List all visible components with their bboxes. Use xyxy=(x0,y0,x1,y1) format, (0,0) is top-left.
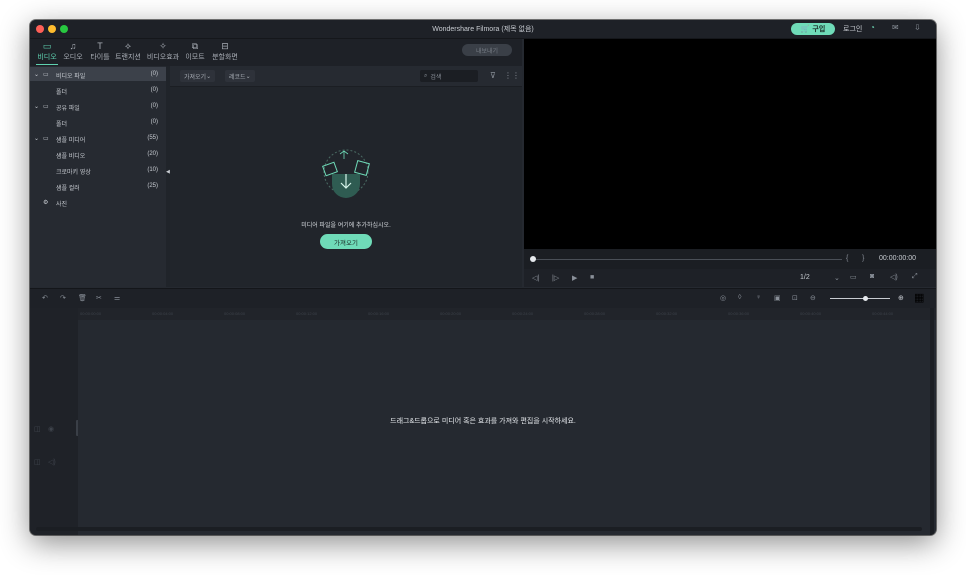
delete-icon[interactable]: 🗑 xyxy=(78,294,87,302)
audio-lock-icon[interactable]: ◫ xyxy=(34,458,41,466)
media-library-tree: ⌄ ▭ 비디오 파일 (0) 폴더 (0) ⌄ ▭ 공유 파일 (0) 폴더 (… xyxy=(30,66,166,329)
drop-hint-text: 미디어 파일을 여기에 추가하십시오. xyxy=(301,223,391,229)
cart-icon: 🛒 xyxy=(800,26,810,33)
tab-titles[interactable]: T 타이틀 xyxy=(88,41,112,62)
music-note-icon: ♫ xyxy=(69,41,77,51)
adjust-icon[interactable]: ⚌ xyxy=(114,294,120,302)
chevron-down-icon: ⌄ xyxy=(206,73,212,80)
layout-grid-icon[interactable]: ▦ xyxy=(914,291,924,304)
buy-button[interactable]: 🛒 구입 xyxy=(791,23,835,35)
import-dropdown[interactable]: 가져오기 ⌄ xyxy=(180,70,216,82)
chevron-down-icon: ⌄ xyxy=(34,136,40,142)
app-window: Wondershare Filmora (제목 없음) 🛒 구입 로그인 ◔ ✉ … xyxy=(30,20,936,535)
stop-icon[interactable]: ■ xyxy=(590,274,594,281)
render-icon[interactable]: ◎ xyxy=(720,294,726,302)
library-item-folder[interactable]: 폴더 (0) xyxy=(30,83,166,97)
zoom-slider[interactable] xyxy=(830,298,890,299)
filter-icon[interactable]: ⊽ xyxy=(490,71,496,80)
scrub-track[interactable] xyxy=(532,259,842,260)
library-item-folder[interactable]: 폴더 (0) xyxy=(30,115,166,129)
chevron-down-icon: ⌄ xyxy=(34,72,40,78)
tab-effects[interactable]: ✧ 비디오효과 xyxy=(146,41,180,62)
grid-view-icon[interactable]: ⋮⋮ xyxy=(504,71,520,80)
zoom-slider-handle[interactable] xyxy=(863,296,868,301)
quality-select[interactable]: 1/2 xyxy=(800,274,810,281)
preview-viewer xyxy=(524,39,936,249)
media-toolbar: 가져오기 ⌄ 레코드 ⌄ ⌕ 검색 ⊽ ⋮⋮ xyxy=(170,66,522,87)
player-controls: ◁| |▷ ▶ ■ 1/2 ⌄ ▭ ◙ ◁) ⤢ xyxy=(524,269,936,287)
step-back-icon[interactable]: ◁| xyxy=(532,274,539,282)
elements-icon: ⧉ xyxy=(191,41,199,51)
preview-scrubber[interactable]: { } 00:00:00:00 xyxy=(524,249,936,269)
timeline-empty-hint: 드래그&드롭으로 미디어 혹은 효과를 가져와 편집을 시작하세요. xyxy=(390,418,576,425)
support-icon[interactable]: ◔ xyxy=(870,23,875,32)
tab-audio[interactable]: ♫ 오디오 xyxy=(62,41,84,62)
library-item-chroma-key[interactable]: 크로마키 영상 (10) xyxy=(30,163,166,177)
folder-icon: ▭ xyxy=(43,136,49,142)
step-forward-icon[interactable]: |▷ xyxy=(552,274,559,282)
timeline-vertical-scrollbar[interactable] xyxy=(930,308,934,535)
library-item-sample-color[interactable]: 샘플 컬러 (25) xyxy=(30,179,166,193)
search-input[interactable]: ⌕ 검색 xyxy=(420,70,478,82)
folder-icon: ▭ xyxy=(43,104,49,110)
display-icon[interactable]: ▭ xyxy=(850,273,857,281)
export-button[interactable]: 내보내기 xyxy=(462,44,512,56)
volume-icon[interactable]: ◁) xyxy=(890,273,898,281)
message-icon[interactable]: ✉ xyxy=(892,23,899,32)
split-screen-icon: ⊟ xyxy=(221,41,229,51)
scrub-handle[interactable] xyxy=(530,256,536,262)
timeline-toolbar: ↶ ↷ 🗑 ✂ ⚌ ◎ ◊ ♀ ▣ ⊡ ⊖ ⊕ ▦ xyxy=(30,288,936,309)
photo-gear-icon: ⚙ xyxy=(43,200,49,206)
zoom-in-icon[interactable]: ⊕ xyxy=(898,294,904,302)
timeline-tracks[interactable] xyxy=(78,320,936,535)
library-item-shared-files[interactable]: ⌄ ▭ 공유 파일 (0) xyxy=(30,99,166,113)
tab-video[interactable]: ▭ 비디오 xyxy=(36,41,58,65)
cut-icon[interactable]: ✂ xyxy=(96,294,102,302)
import-button[interactable]: 가져오기 xyxy=(320,234,372,249)
download-icon[interactable]: ⇩ xyxy=(914,23,921,32)
snapshot-icon[interactable]: ◙ xyxy=(870,273,874,280)
library-item-photos[interactable]: ⚙ 사진 xyxy=(30,195,166,209)
text-t-icon: T xyxy=(97,41,103,51)
mark-in-icon[interactable]: { xyxy=(846,255,848,262)
effects-icon: ✧ xyxy=(159,41,167,51)
redo-icon[interactable]: ↷ xyxy=(60,294,66,302)
chevron-down-icon: ⌄ xyxy=(245,73,251,80)
fullscreen-icon[interactable]: ⤢ xyxy=(912,273,918,281)
tab-elements[interactable]: ⧉ 이모트 xyxy=(184,41,206,62)
mic-icon[interactable]: ♀ xyxy=(756,294,761,301)
chevron-down-icon: ⌄ xyxy=(34,104,40,110)
timeline-ruler[interactable]: 00:00:00:00 00:00:04:00 00:00:08:00 00:0… xyxy=(78,308,936,320)
search-icon: ⌕ xyxy=(424,72,428,79)
folder-icon: ▭ xyxy=(43,72,49,78)
audio-mute-icon[interactable]: ◁) xyxy=(48,458,56,466)
login-link[interactable]: 로그인 xyxy=(843,24,862,34)
zoom-out-icon[interactable]: ⊖ xyxy=(810,294,816,302)
subtitle-icon[interactable]: ⊡ xyxy=(792,294,798,302)
library-item-sample-media[interactable]: ⌄ ▭ 샘플 미디어 (55) xyxy=(30,131,166,145)
timeline-horizontal-scrollbar[interactable] xyxy=(36,527,922,531)
library-item-video-files[interactable]: ⌄ ▭ 비디오 파일 (0) xyxy=(30,67,166,81)
mark-out-icon[interactable]: } xyxy=(862,255,864,262)
transition-icon: ⟡ xyxy=(125,41,131,51)
folder-icon: ▭ xyxy=(42,41,52,51)
play-icon[interactable]: ▶ xyxy=(572,274,577,282)
media-drop-illustration xyxy=(318,144,374,200)
tab-split-screen[interactable]: ⊟ 분할화면 xyxy=(210,41,240,62)
timecode: 00:00:00:00 xyxy=(879,255,916,262)
category-tabs: ▭ 비디오 ♫ 오디오 T 타이틀 ⟡ 트랜지션 ✧ 비디오효과 ⧉ 이모트 ⊟ 분할화면 xyxy=(30,39,522,66)
track-lock-icon[interactable]: ◫ xyxy=(34,425,41,433)
library-item-sample-video[interactable]: 샘플 비디오 (20) xyxy=(30,147,166,161)
media-panel: 가져오기 ⌄ 레코드 ⌄ ⌕ 검색 ⊽ ⋮⋮ 미디어 파일을 여기에 추가하십시오. … xyxy=(170,66,522,287)
chevron-down-icon[interactable]: ⌄ xyxy=(834,274,840,282)
marker-icon[interactable]: ◊ xyxy=(738,294,741,301)
title-bar: Wondershare Filmora (제목 없음) 🛒 구입 로그인 ◔ ✉ … xyxy=(30,20,936,39)
voiceover-icon[interactable]: ▣ xyxy=(774,294,781,302)
track-visibility-icon[interactable]: ◉ xyxy=(48,425,54,433)
tab-transitions[interactable]: ⟡ 트랜지션 xyxy=(114,41,142,62)
undo-icon[interactable]: ↶ xyxy=(42,294,48,302)
record-dropdown[interactable]: 레코드 ⌄ xyxy=(225,70,255,82)
